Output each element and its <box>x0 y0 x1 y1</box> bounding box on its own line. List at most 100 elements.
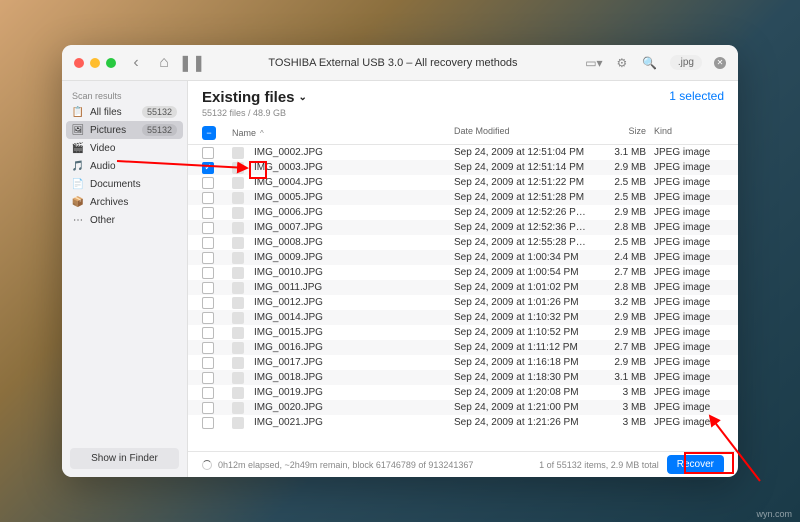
row-checkbox[interactable] <box>202 312 214 324</box>
view-menu[interactable]: ▭▾ <box>586 55 602 71</box>
row-checkbox[interactable] <box>202 177 214 189</box>
file-icon <box>232 402 244 414</box>
recover-button[interactable]: Recover <box>667 455 724 474</box>
sidebar-item-audio[interactable]: 🎵Audio <box>62 157 187 175</box>
column-name[interactable]: Name ^ <box>232 126 454 140</box>
file-date: Sep 24, 2009 at 1:20:08 PM <box>454 387 604 398</box>
file-name: IMG_0019.JPG <box>254 387 323 398</box>
category-icon: 📄 <box>72 178 84 190</box>
row-checkbox[interactable] <box>202 252 214 264</box>
sidebar-item-all-files[interactable]: 📋All files55132 <box>62 103 187 121</box>
table-row[interactable]: ✓IMG_0003.JPGSep 24, 2009 at 12:51:14 PM… <box>188 160 738 175</box>
column-date[interactable]: Date Modified <box>454 126 604 140</box>
table-row[interactable]: IMG_0005.JPGSep 24, 2009 at 12:51:28 PM2… <box>188 190 738 205</box>
row-checkbox[interactable]: ✓ <box>202 162 214 174</box>
row-checkbox[interactable] <box>202 372 214 384</box>
row-checkbox[interactable] <box>202 207 214 219</box>
file-size: 2.9 MB <box>604 357 654 368</box>
file-kind: JPEG image <box>654 192 724 203</box>
file-kind: JPEG image <box>654 387 724 398</box>
file-icon <box>232 417 244 429</box>
row-checkbox[interactable] <box>202 342 214 354</box>
table-row[interactable]: IMG_0017.JPGSep 24, 2009 at 1:16:18 PM2.… <box>188 355 738 370</box>
file-icon <box>232 372 244 384</box>
file-kind: JPEG image <box>654 357 724 368</box>
file-name: IMG_0021.JPG <box>254 417 323 428</box>
minimize-icon[interactable] <box>90 58 100 68</box>
sidebar-item-pictures[interactable]: 🖼Pictures55132 <box>66 121 183 139</box>
file-icon <box>232 162 244 174</box>
table-row[interactable]: IMG_0008.JPGSep 24, 2009 at 12:55:28 P…2… <box>188 235 738 250</box>
file-kind: JPEG image <box>654 147 724 158</box>
file-icon <box>232 222 244 234</box>
file-name: IMG_0012.JPG <box>254 297 323 308</box>
table-row[interactable]: IMG_0011.JPGSep 24, 2009 at 1:01:02 PM2.… <box>188 280 738 295</box>
row-checkbox[interactable] <box>202 237 214 249</box>
maximize-icon[interactable] <box>106 58 116 68</box>
sidebar-item-archives[interactable]: 📦Archives <box>62 193 187 211</box>
table-row[interactable]: IMG_0020.JPGSep 24, 2009 at 1:21:00 PM3 … <box>188 400 738 415</box>
file-kind: JPEG image <box>654 312 724 323</box>
row-checkbox[interactable] <box>202 147 214 159</box>
close-icon[interactable] <box>74 58 84 68</box>
row-checkbox[interactable] <box>202 192 214 204</box>
table-row[interactable]: IMG_0014.JPGSep 24, 2009 at 1:10:32 PM2.… <box>188 310 738 325</box>
table-row[interactable]: IMG_0004.JPGSep 24, 2009 at 12:51:22 PM2… <box>188 175 738 190</box>
settings-icon[interactable]: ⚙ <box>614 55 630 71</box>
search-input[interactable]: .jpg <box>670 55 702 70</box>
main-title[interactable]: Existing files ⌄ <box>202 89 307 106</box>
file-size: 2.5 MB <box>604 177 654 188</box>
file-icon <box>232 357 244 369</box>
category-icon: 🎵 <box>72 160 84 172</box>
row-checkbox[interactable] <box>202 357 214 369</box>
file-kind: JPEG image <box>654 237 724 248</box>
show-in-finder-button[interactable]: Show in Finder <box>70 448 179 469</box>
column-kind[interactable]: Kind <box>654 126 724 140</box>
file-icon <box>232 252 244 264</box>
clear-search-icon[interactable]: ✕ <box>714 57 726 69</box>
row-checkbox[interactable] <box>202 402 214 414</box>
file-icon <box>232 207 244 219</box>
table-row[interactable]: IMG_0019.JPGSep 24, 2009 at 1:20:08 PM3 … <box>188 385 738 400</box>
table-header: − Name ^ Date Modified Size Kind <box>188 122 738 145</box>
file-icon <box>232 177 244 189</box>
table-row[interactable]: IMG_0018.JPGSep 24, 2009 at 1:18:30 PM3.… <box>188 370 738 385</box>
pause-button[interactable]: ❚❚ <box>184 55 200 71</box>
file-kind: JPEG image <box>654 222 724 233</box>
file-name: IMG_0008.JPG <box>254 237 323 248</box>
row-checkbox[interactable] <box>202 387 214 399</box>
table-row[interactable]: IMG_0007.JPGSep 24, 2009 at 12:52:36 P…2… <box>188 220 738 235</box>
table-row[interactable]: IMG_0015.JPGSep 24, 2009 at 1:10:52 PM2.… <box>188 325 738 340</box>
table-row[interactable]: IMG_0009.JPGSep 24, 2009 at 1:00:34 PM2.… <box>188 250 738 265</box>
home-button[interactable]: ⌂ <box>156 55 172 71</box>
row-checkbox[interactable] <box>202 297 214 309</box>
file-icon <box>232 342 244 354</box>
search-icon[interactable]: 🔍 <box>642 55 658 71</box>
sidebar-item-label: Archives <box>90 197 128 208</box>
row-checkbox[interactable] <box>202 282 214 294</box>
row-checkbox[interactable] <box>202 417 214 429</box>
file-date: Sep 24, 2009 at 1:01:02 PM <box>454 282 604 293</box>
table-row[interactable]: IMG_0006.JPGSep 24, 2009 at 12:52:26 P…2… <box>188 205 738 220</box>
row-checkbox[interactable] <box>202 267 214 279</box>
column-size[interactable]: Size <box>604 126 654 140</box>
master-checkbox[interactable]: − <box>202 126 216 140</box>
table-row[interactable]: IMG_0016.JPGSep 24, 2009 at 1:11:12 PM2.… <box>188 340 738 355</box>
file-name: IMG_0009.JPG <box>254 252 323 263</box>
file-name: IMG_0011.JPG <box>254 282 322 293</box>
file-kind: JPEG image <box>654 342 724 353</box>
sidebar-item-video[interactable]: 🎬Video <box>62 139 187 157</box>
table-row[interactable]: IMG_0012.JPGSep 24, 2009 at 1:01:26 PM3.… <box>188 295 738 310</box>
row-checkbox[interactable] <box>202 222 214 234</box>
file-name: IMG_0004.JPG <box>254 177 323 188</box>
back-button[interactable]: ‹ <box>128 55 144 71</box>
sidebar-item-documents[interactable]: 📄Documents <box>62 175 187 193</box>
file-list[interactable]: IMG_0002.JPGSep 24, 2009 at 12:51:04 PM3… <box>188 145 738 451</box>
table-row[interactable]: IMG_0021.JPGSep 24, 2009 at 1:21:26 PM3 … <box>188 415 738 430</box>
sidebar-item-label: Pictures <box>90 125 126 136</box>
table-row[interactable]: IMG_0002.JPGSep 24, 2009 at 12:51:04 PM3… <box>188 145 738 160</box>
table-row[interactable]: IMG_0010.JPGSep 24, 2009 at 1:00:54 PM2.… <box>188 265 738 280</box>
sidebar-item-other[interactable]: ⋯Other <box>62 211 187 229</box>
file-date: Sep 24, 2009 at 1:00:34 PM <box>454 252 604 263</box>
row-checkbox[interactable] <box>202 327 214 339</box>
